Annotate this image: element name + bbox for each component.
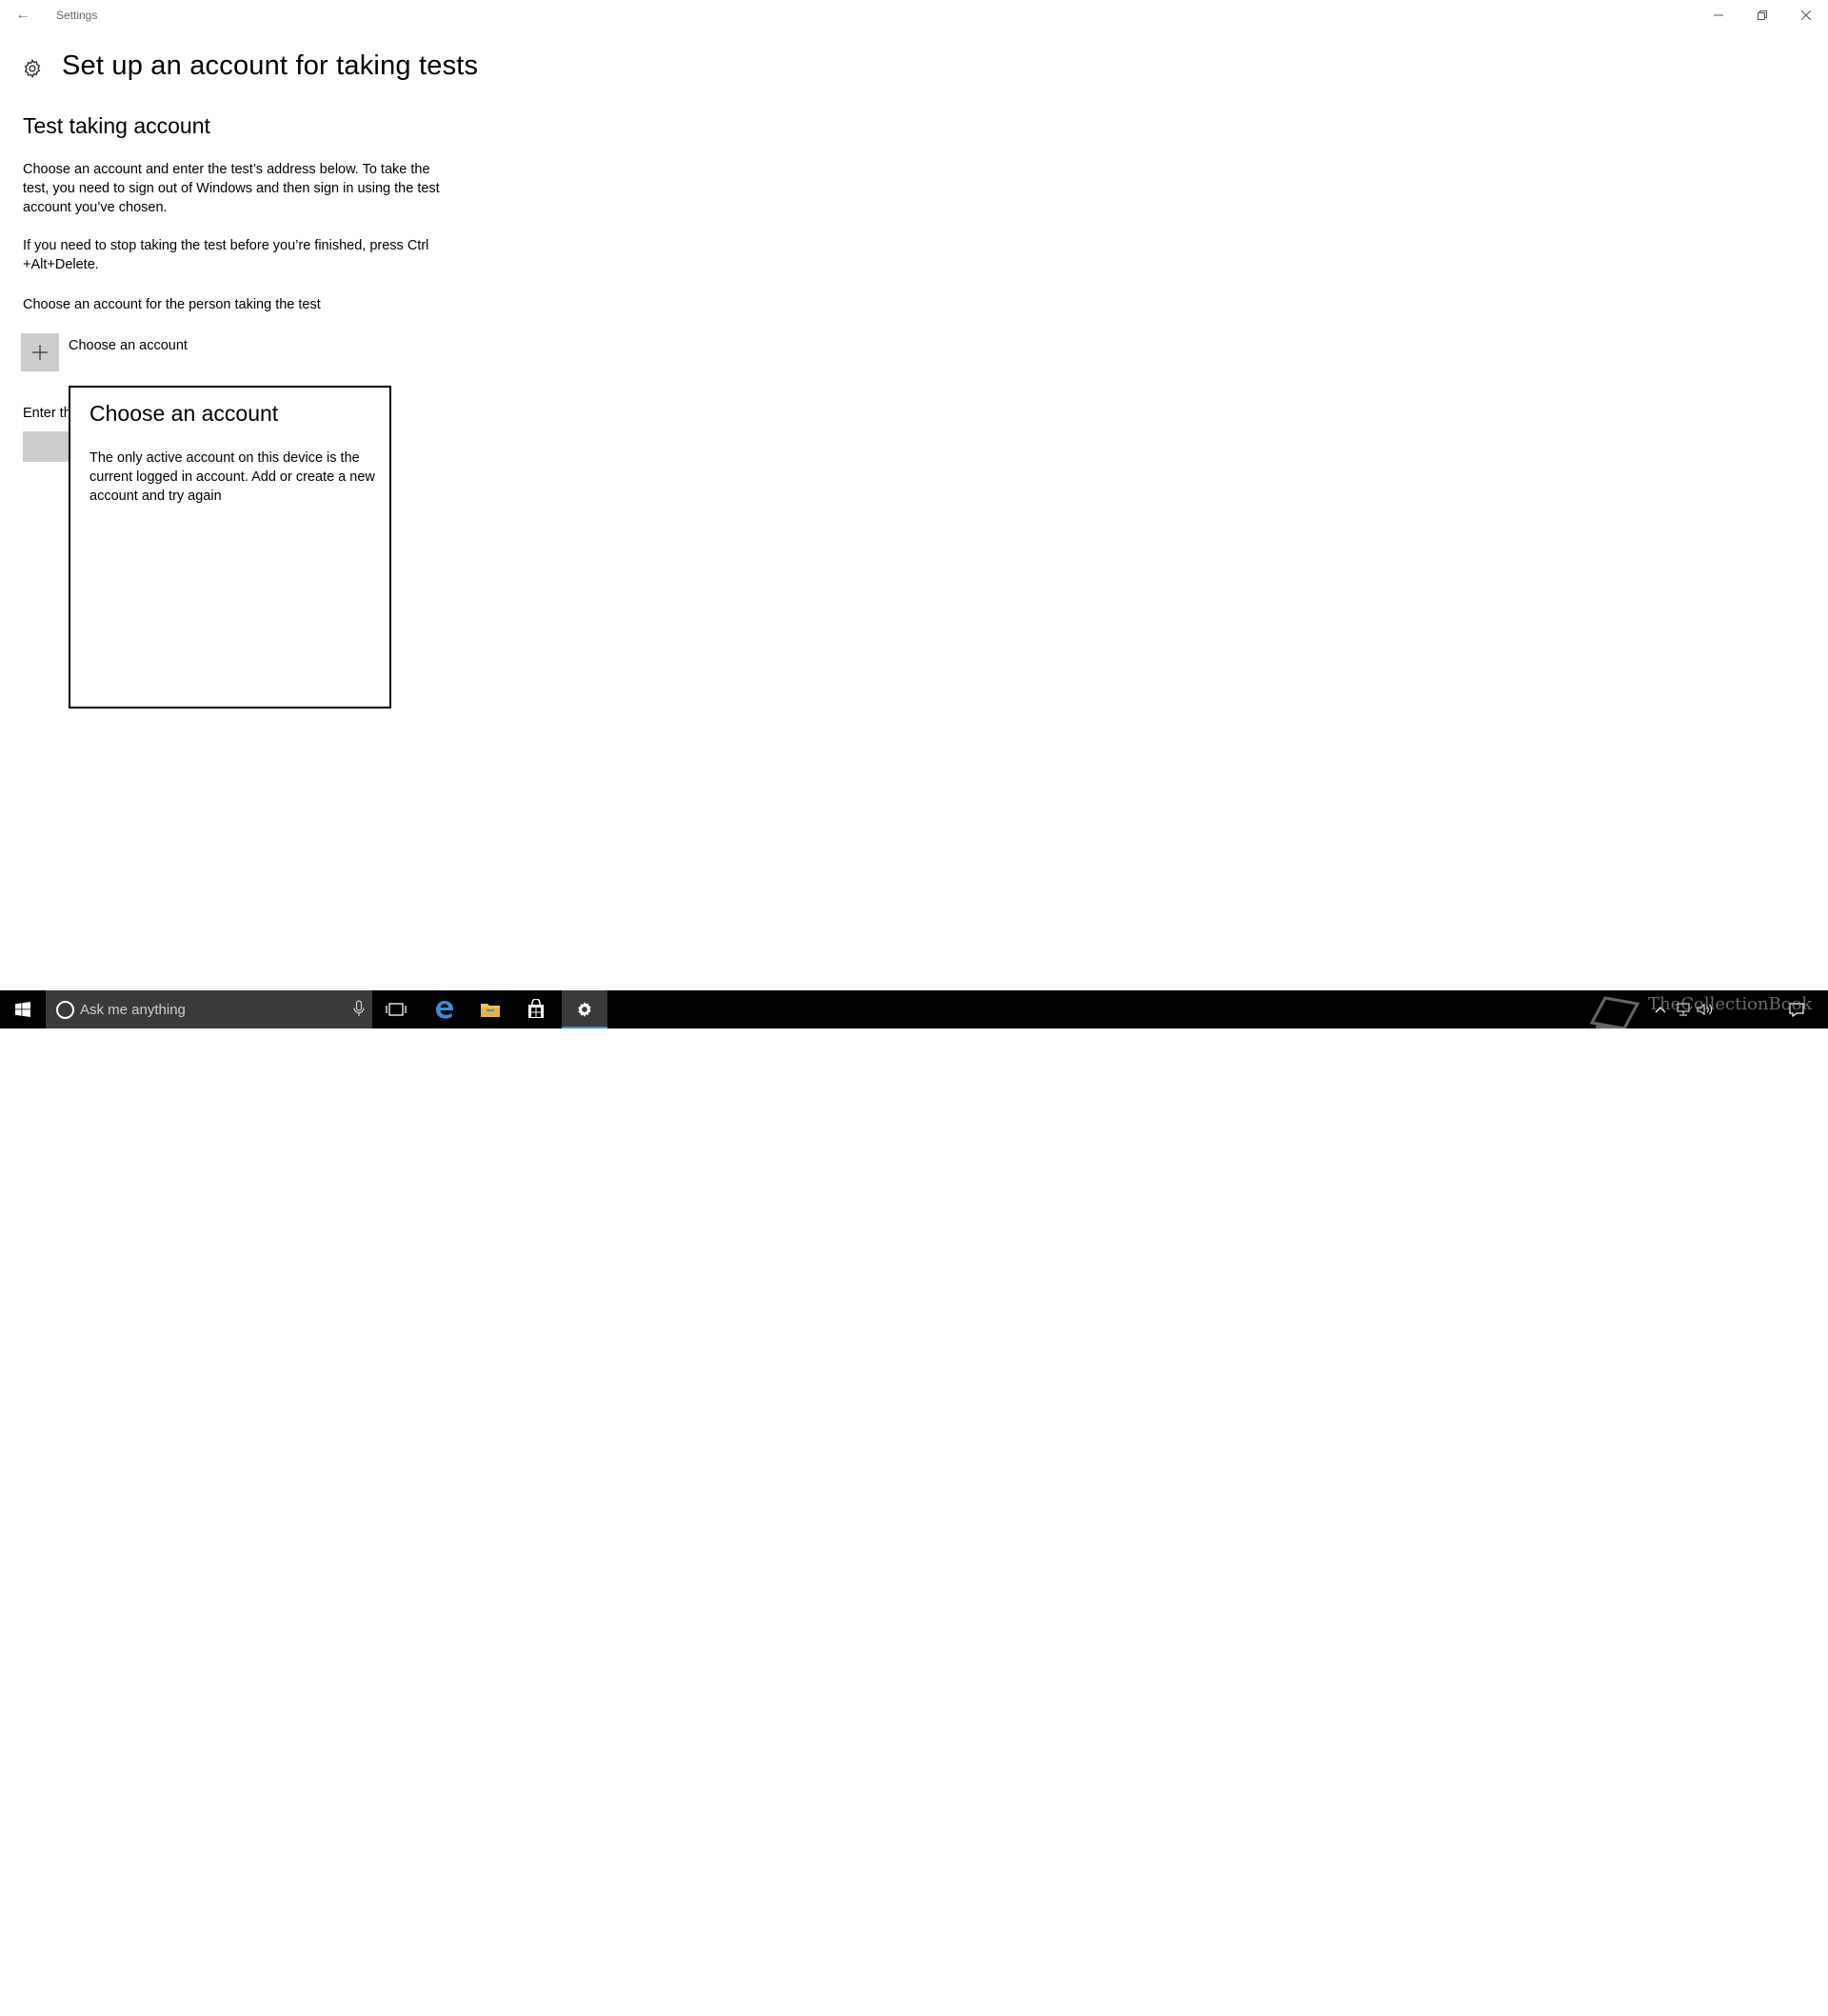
minimize-button[interactable] bbox=[1697, 0, 1740, 30]
restore-button[interactable] bbox=[1740, 0, 1784, 30]
instructions-text: Choose an account and enter the test’s a… bbox=[23, 162, 440, 215]
clock-time: 9:43 AM bbox=[1722, 1986, 1764, 1997]
minimize-icon bbox=[1714, 14, 1723, 16]
cortana-icon bbox=[56, 1001, 74, 1019]
gear-icon bbox=[24, 58, 41, 79]
start-button[interactable] bbox=[0, 990, 46, 1028]
choose-account-button-label: Choose an account bbox=[69, 338, 188, 353]
file-explorer-button[interactable] bbox=[467, 990, 513, 1028]
file-explorer-icon bbox=[481, 1004, 500, 1017]
flyout-message: The only active account on this device i… bbox=[89, 450, 375, 504]
taskbar: Ask me anything 9:43 AM 6/16/2016 bbox=[0, 990, 1828, 2013]
search-placeholder: Ask me anything bbox=[80, 1002, 186, 1018]
close-icon bbox=[1801, 10, 1811, 20]
title-bar: ← Settings bbox=[0, 0, 1828, 30]
plus-icon bbox=[32, 345, 48, 360]
cortana-search-box[interactable]: Ask me anything bbox=[46, 990, 372, 1028]
choose-account-label: Choose an account for the person taking … bbox=[23, 297, 321, 312]
watermark-text: TheCollectionBook bbox=[1648, 994, 1813, 1014]
settings-taskbar-button[interactable] bbox=[562, 990, 607, 1028]
store-icon bbox=[528, 999, 544, 1018]
clock-date: 6/16/2016 bbox=[1719, 2002, 1768, 2013]
app-title: Settings bbox=[56, 9, 98, 22]
restore-icon bbox=[1758, 10, 1767, 20]
close-button[interactable] bbox=[1784, 0, 1828, 30]
flyout-title: Choose an account bbox=[89, 401, 279, 426]
clock[interactable]: 9:43 AM 6/16/2016 bbox=[1706, 1984, 1780, 2016]
edge-button[interactable] bbox=[422, 990, 467, 1028]
settings-icon bbox=[578, 1002, 591, 1017]
choose-account-flyout: Choose an account The only active accoun… bbox=[69, 386, 391, 709]
windows-logo-icon bbox=[15, 1002, 30, 1017]
task-view-icon bbox=[386, 1003, 407, 1016]
store-button[interactable] bbox=[513, 990, 559, 1028]
back-button[interactable]: ← bbox=[10, 2, 36, 29]
microphone-icon[interactable] bbox=[353, 1000, 365, 1017]
test-address-label: Enter th bbox=[23, 406, 71, 421]
plus-box bbox=[21, 333, 59, 371]
stop-test-text: If you need to stop taking the test befo… bbox=[23, 238, 429, 272]
back-arrow-icon: ← bbox=[15, 7, 30, 23]
choose-account-button[interactable]: Choose an account bbox=[21, 333, 188, 371]
edge-icon bbox=[436, 1001, 453, 1019]
task-view-button[interactable] bbox=[373, 990, 419, 1028]
section-title: Test taking account bbox=[23, 113, 210, 138]
page-title: Set up an account for taking tests bbox=[62, 50, 479, 81]
